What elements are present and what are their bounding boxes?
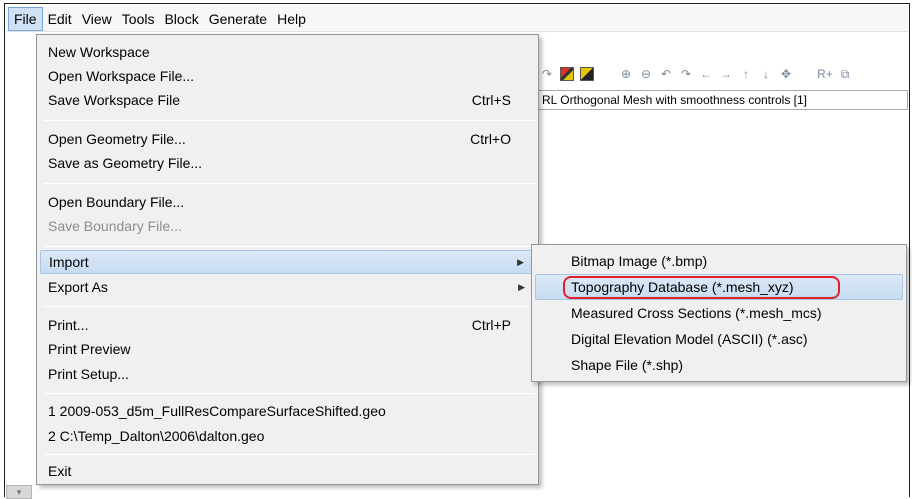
collapse-icon[interactable]: ▾ (6, 485, 32, 499)
menu-item-label: 2 C:\Temp_Dalton\2006\dalton.geo (48, 428, 265, 444)
menu-item-label: Open Workspace File... (48, 68, 195, 84)
menu-item-save-boundary: Save Boundary File... (40, 214, 537, 238)
zoom-out-icon[interactable]: ⊖ (639, 67, 653, 81)
menu-item-import[interactable]: Import ▶ (40, 250, 537, 274)
menu-item-label: New Workspace (48, 44, 150, 60)
paste-colored-icon[interactable] (580, 67, 594, 81)
submenu-item-cross-sections[interactable]: Measured Cross Sections (*.mesh_mcs) (535, 300, 903, 326)
menu-separator (43, 183, 534, 184)
menu-item-print[interactable]: Print... Ctrl+P (40, 313, 537, 337)
menu-item-save-geometry[interactable]: Save as Geometry File... (40, 151, 537, 175)
redo-icon[interactable]: ↷ (540, 67, 554, 81)
left-panel (6, 33, 36, 485)
menu-view[interactable]: View (77, 8, 117, 30)
toolbar-separator (805, 64, 806, 84)
submenu-arrow-icon: ▶ (517, 257, 524, 267)
copy-colored-icon[interactable] (560, 67, 574, 81)
menu-separator (43, 306, 534, 307)
menu-item-label: Save Boundary File... (48, 218, 182, 234)
menu-bar: File Edit View Tools Block Generate Help (6, 6, 908, 32)
menu-item-label: Exit (48, 463, 72, 479)
menu-item-open-workspace[interactable]: Open Workspace File... (40, 64, 537, 88)
zoom-in-icon[interactable]: ⊕ (619, 67, 633, 81)
menu-item-recent-file-2[interactable]: 2 C:\Temp_Dalton\2006\dalton.geo (40, 424, 537, 448)
shortcut-label: Ctrl+O (470, 131, 511, 147)
menu-separator (43, 454, 534, 455)
menu-file[interactable]: File (8, 6, 43, 31)
pan-down-icon[interactable]: ↓ (759, 67, 773, 81)
submenu-item-label: Bitmap Image (*.bmp) (571, 253, 708, 269)
menu-item-open-geometry[interactable]: Open Geometry File... Ctrl+O (40, 127, 537, 151)
menu-separator (43, 120, 534, 121)
menu-item-export-as[interactable]: Export As ▶ (40, 275, 537, 299)
submenu-item-bitmap[interactable]: Bitmap Image (*.bmp) (535, 248, 903, 274)
redo-view-icon[interactable]: ↷ (679, 67, 693, 81)
toolbar-separator (606, 64, 607, 84)
menu-item-label: Print... (48, 317, 89, 333)
shortcut-label: Ctrl+S (471, 92, 511, 108)
menu-item-print-preview[interactable]: Print Preview (40, 337, 537, 361)
menu-item-label: Print Setup... (48, 366, 129, 382)
menu-help[interactable]: Help (272, 8, 311, 30)
annotation-circle (563, 276, 840, 299)
submenu-item-topography[interactable]: Topography Database (*.mesh_xyz) (535, 274, 903, 300)
menu-item-label: Import (49, 254, 89, 270)
submenu-item-dem[interactable]: Digital Elevation Model (ASCII) (*.asc) (535, 326, 903, 352)
shortcut-label: Ctrl+P (471, 317, 511, 333)
submenu-item-label: Digital Elevation Model (ASCII) (*.asc) (571, 331, 808, 347)
undo-view-icon[interactable]: ↶ (659, 67, 673, 81)
move-icon[interactable]: ✥ (779, 67, 793, 81)
menu-item-label: Print Preview (48, 341, 131, 357)
menu-item-label: Open Boundary File... (48, 194, 185, 210)
menu-item-recent-file-1[interactable]: 1 2009-053_d5m_FullResCompareSurfaceShif… (40, 399, 537, 423)
menu-item-label: Save as Geometry File... (48, 155, 203, 171)
submenu-item-label: Measured Cross Sections (*.mesh_mcs) (571, 305, 822, 321)
toolbar: ↷ ⊕ ⊖ ↶ ↷ ← → ↑ ↓ ✥ R+ ⧉ (540, 60, 908, 88)
menu-generate[interactable]: Generate (204, 8, 272, 30)
menu-separator (43, 246, 534, 247)
refine-icon[interactable]: R+ (817, 67, 833, 81)
menu-item-save-workspace[interactable]: Save Workspace File Ctrl+S (40, 88, 537, 112)
pan-up-icon[interactable]: ↑ (739, 67, 753, 81)
import-submenu: Bitmap Image (*.bmp) Topography Database… (531, 244, 907, 382)
menu-edit[interactable]: Edit (43, 8, 77, 30)
file-menu-dropdown: New Workspace Open Workspace File... Sav… (36, 34, 539, 485)
mesh-selector[interactable]: RL Orthogonal Mesh with smoothness contr… (537, 90, 908, 110)
menu-item-label: Save Workspace File (48, 92, 181, 108)
submenu-arrow-icon: ▶ (518, 282, 525, 292)
background-workspace: ↷ ⊕ ⊖ ↶ ↷ ← → ↑ ↓ ✥ R+ ⧉ RL Orthogonal M… (537, 32, 908, 242)
pan-right-icon[interactable]: → (719, 67, 733, 81)
menu-item-label: Export As (48, 279, 108, 295)
pan-left-icon[interactable]: ← (699, 67, 713, 81)
menu-item-open-boundary[interactable]: Open Boundary File... (40, 190, 537, 214)
grid-icon[interactable]: ⧉ (838, 67, 852, 81)
menu-item-print-setup[interactable]: Print Setup... (40, 362, 537, 386)
menu-separator (43, 393, 534, 394)
menu-block[interactable]: Block (159, 8, 203, 30)
submenu-item-label: Shape File (*.shp) (571, 357, 684, 373)
menu-item-label: Open Geometry File... (48, 131, 186, 147)
menu-item-label: 1 2009-053_d5m_FullResCompareSurfaceShif… (48, 403, 386, 419)
submenu-item-shape-file[interactable]: Shape File (*.shp) (535, 352, 903, 378)
menu-item-new-workspace[interactable]: New Workspace (40, 40, 537, 64)
menu-tools[interactable]: Tools (117, 8, 160, 30)
menu-item-exit[interactable]: Exit (40, 459, 537, 483)
